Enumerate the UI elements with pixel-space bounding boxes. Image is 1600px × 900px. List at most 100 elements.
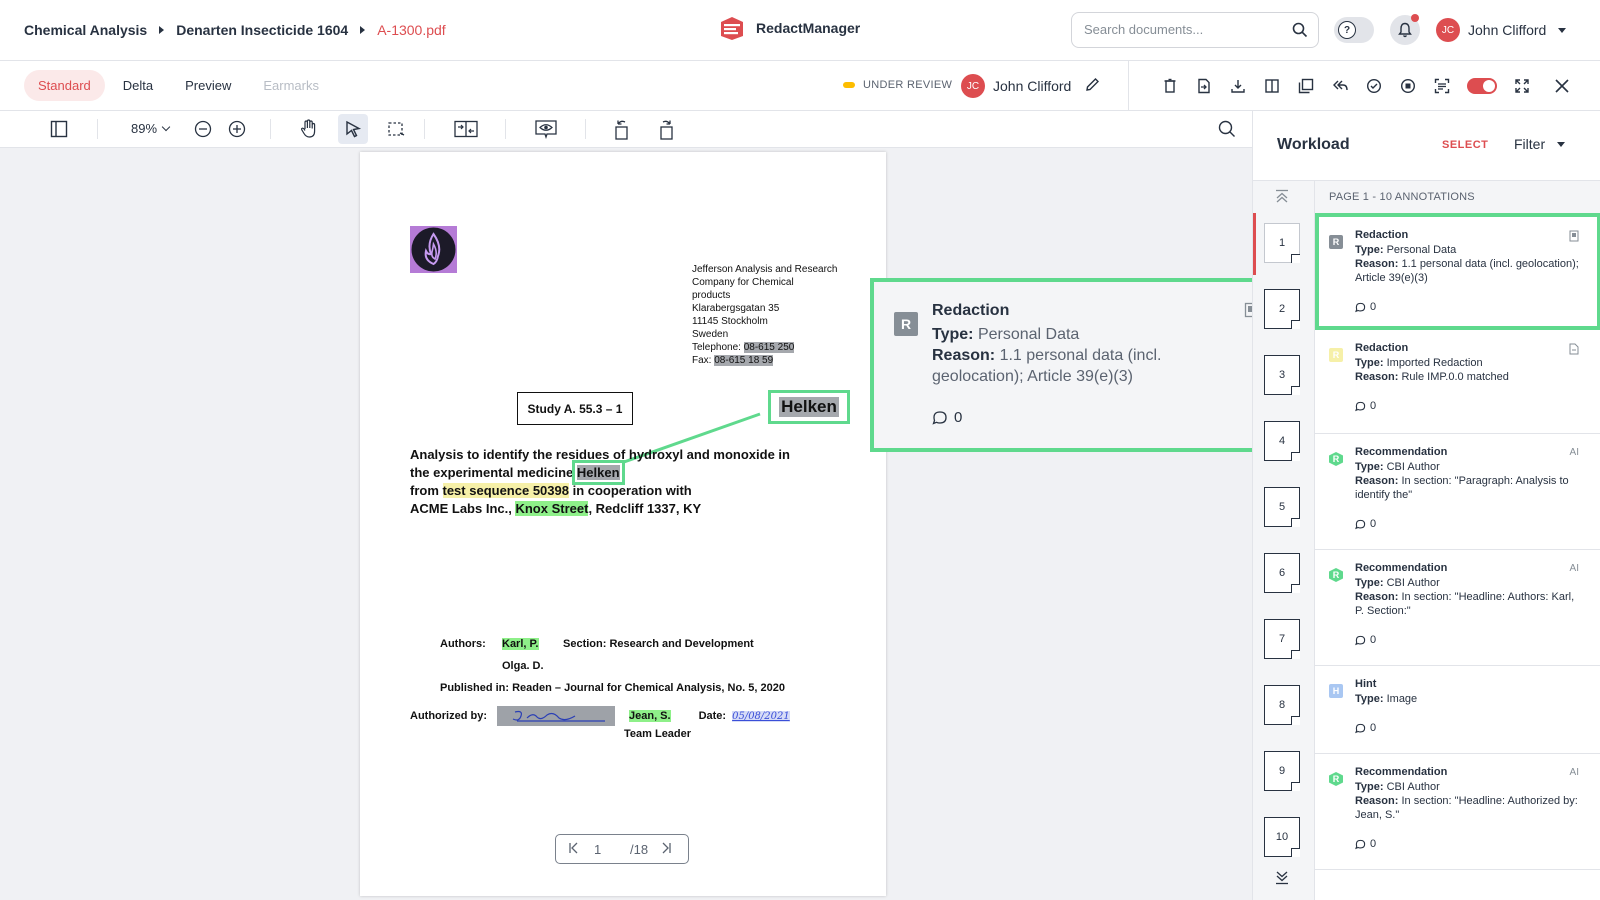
scroll-to-bottom-icon[interactable] — [1275, 871, 1289, 890]
filter-dropdown[interactable]: Filter — [1514, 136, 1566, 152]
split-view-icon[interactable] — [1255, 69, 1289, 103]
annotation-comments[interactable]: 0 — [1355, 301, 1376, 313]
annotation-card[interactable]: R Recommendation Type: CBI Author Reason… — [1315, 434, 1600, 550]
user-name: John Clifford — [1468, 22, 1547, 38]
tab-standard[interactable]: Standard — [24, 70, 105, 101]
ai-badge: AI — [1569, 767, 1579, 778]
compare-icon[interactable] — [451, 114, 481, 144]
annotation-knox-street[interactable]: Knox Street — [515, 501, 589, 516]
breadcrumb-item-dossier-template[interactable]: Chemical Analysis — [24, 22, 147, 38]
search-document-icon[interactable] — [1212, 114, 1242, 144]
redaction-helken[interactable]: Helken — [571, 460, 625, 485]
help-mode-toggle[interactable]: ? — [1334, 17, 1374, 43]
annotation-comments[interactable]: 0 — [1355, 838, 1376, 850]
annotation-comments[interactable]: 0 — [1355, 722, 1376, 734]
page-thumbnail[interactable]: 7 — [1264, 619, 1300, 659]
redaction-fax[interactable]: 08-615 18 59 — [714, 355, 774, 366]
scroll-to-top-icon[interactable] — [1275, 189, 1289, 208]
page-thumbnail[interactable]: 3 — [1264, 355, 1300, 395]
user-menu[interactable]: JC John Clifford — [1436, 18, 1567, 42]
tab-delta[interactable]: Delta — [109, 70, 167, 101]
pan-hand-icon[interactable] — [294, 114, 324, 144]
select-button[interactable]: SELECT — [1442, 139, 1488, 151]
comment-count: 0 — [1370, 518, 1377, 530]
notification-dot — [1411, 14, 1419, 22]
document-viewer[interactable]: Jefferson Analysis and Research Company … — [0, 148, 1252, 900]
annotation-comments[interactable]: 0 — [1355, 518, 1376, 530]
annotation-card[interactable]: R Redaction Type: Imported Redaction Rea… — [1315, 330, 1600, 434]
top-bar: Chemical Analysis Denarten Insecticide 1… — [0, 0, 1600, 61]
first-page-icon[interactable] — [568, 842, 580, 857]
breadcrumb-item-file[interactable]: A-1300.pdf — [377, 22, 446, 38]
delete-icon[interactable] — [1153, 69, 1187, 103]
rectangle-select-icon[interactable] — [381, 114, 411, 144]
app-logo[interactable]: RedactManager — [718, 14, 860, 42]
breadcrumb-item-dossier[interactable]: Denarten Insecticide 1604 — [176, 22, 348, 38]
zoom-out-icon[interactable] — [188, 114, 218, 144]
annotation-author-karl[interactable]: Karl, P. — [502, 638, 539, 650]
page-thumbnail[interactable]: 9 — [1264, 751, 1300, 791]
import-icon[interactable] — [1187, 69, 1221, 103]
annotation-title: Redaction — [1355, 229, 1409, 241]
annotation-card[interactable]: R Recommendation Type: CBI Author Reason… — [1315, 754, 1600, 870]
last-page-icon[interactable] — [660, 842, 672, 857]
body-text: from — [410, 483, 443, 498]
annotation-card[interactable]: R Recommendation Type: CBI Author Reason… — [1315, 550, 1600, 666]
page-thumbnail[interactable]: 10 — [1264, 817, 1300, 857]
date-value[interactable]: 05/08/2021 — [732, 710, 790, 722]
assignee[interactable]: JC John Clifford — [961, 74, 1100, 98]
close-icon[interactable] — [1545, 69, 1579, 103]
rotate-right-icon[interactable] — [651, 114, 681, 144]
redaction-telephone[interactable]: 08-615 250 — [743, 342, 795, 353]
page-thumbnail[interactable]: 1 — [1264, 223, 1300, 263]
reason-label: Reason: — [1355, 795, 1399, 807]
page-thumbnail[interactable]: 4 — [1264, 421, 1300, 461]
approve-icon[interactable] — [1357, 69, 1391, 103]
reply-all-icon[interactable] — [1323, 69, 1357, 103]
preview-eye-icon[interactable] — [531, 114, 561, 144]
comment-icon — [932, 410, 947, 425]
selected-annotation-magnifier[interactable]: Helken — [768, 390, 850, 424]
notifications-button[interactable] — [1390, 14, 1420, 45]
annotation-card[interactable]: R Redaction Type: Personal Data Reason: … — [1315, 213, 1600, 330]
rotate-left-icon[interactable] — [607, 114, 637, 144]
page-thumbnail[interactable]: 6 — [1264, 553, 1300, 593]
annotation-test-sequence[interactable]: test sequence 50398 — [442, 483, 569, 498]
page-thumbnail[interactable]: 5 — [1264, 487, 1300, 527]
signature-image[interactable] — [497, 706, 615, 726]
annotation-card[interactable]: H Hint Type: Image 0 — [1315, 666, 1600, 754]
pdf-page[interactable]: Jefferson Analysis and Research Company … — [360, 152, 886, 896]
page-thumbnail[interactable]: 8 — [1264, 685, 1300, 725]
team-leader-label: Team Leader — [624, 728, 692, 740]
type-value: Imported Redaction — [1386, 357, 1483, 369]
annotation-comments[interactable]: 0 — [1355, 634, 1376, 646]
reason-label: Reason: — [1355, 371, 1399, 383]
tab-preview[interactable]: Preview — [171, 70, 245, 101]
status-indicator — [843, 82, 855, 88]
fullscreen-icon[interactable] — [1505, 69, 1539, 103]
reason-label: Reason: — [1355, 475, 1399, 487]
total-pages: /18 — [630, 841, 649, 857]
sidebar-toggle-icon[interactable] — [44, 114, 74, 144]
select-arrow-icon[interactable] — [338, 114, 368, 144]
copy-icon[interactable] — [1289, 69, 1323, 103]
current-page-input[interactable]: 1 — [594, 842, 624, 857]
scan-icon[interactable] — [1425, 69, 1459, 103]
search-documents[interactable] — [1071, 12, 1319, 48]
search-input[interactable] — [1084, 22, 1284, 37]
zoom-in-icon[interactable] — [222, 114, 252, 144]
zoom-select[interactable]: 89% — [131, 121, 171, 136]
redaction-preview-toggle[interactable] — [1467, 78, 1497, 94]
tab-earmarks[interactable]: Earmarks — [249, 70, 333, 101]
annotation-comments[interactable]: 0 — [1355, 400, 1376, 412]
search-icon[interactable] — [1292, 22, 1308, 43]
download-icon[interactable] — [1221, 69, 1255, 103]
workload-panel: Workload SELECT Filter 1 2 3 4 5 6 7 8 9… — [1252, 111, 1600, 900]
pencil-icon[interactable] — [1085, 77, 1100, 95]
stop-icon[interactable] — [1391, 69, 1425, 103]
annotation-author-jean[interactable]: Jean, S. — [629, 710, 671, 722]
file-actions — [1128, 61, 1579, 111]
page-thumbnail[interactable]: 2 — [1264, 289, 1300, 329]
body-line: ACME Labs Inc., Knox Street, Redcliff 13… — [410, 500, 790, 518]
fax-label: Fax: — [692, 355, 712, 366]
